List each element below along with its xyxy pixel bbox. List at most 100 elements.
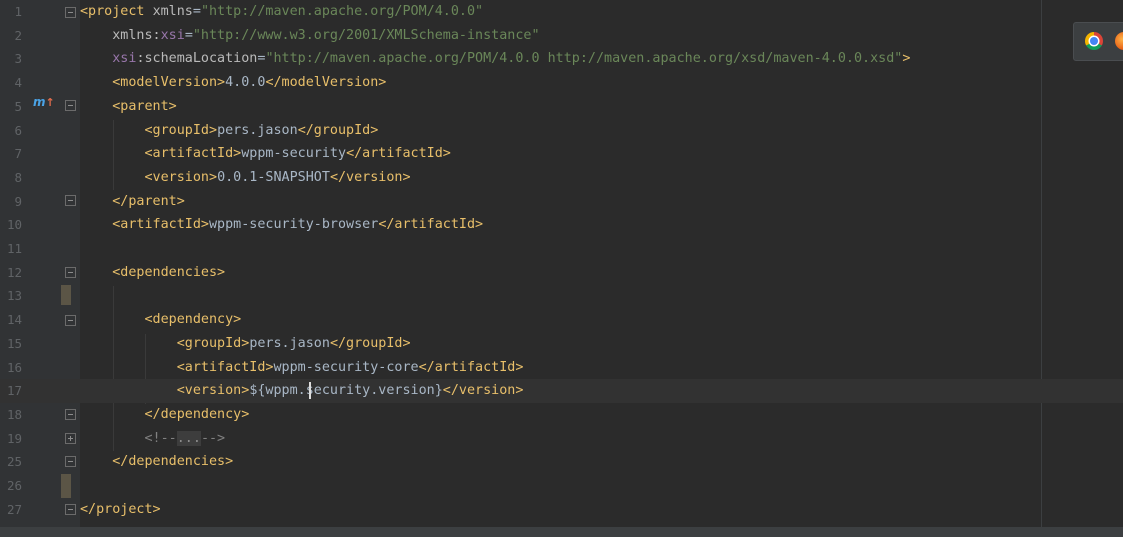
- code-line[interactable]: 7 <artifactId>wppm-security</artifactId>: [0, 142, 1123, 166]
- line-code[interactable]: xmlns:xsi="http://www.w3.org/2001/XMLSch…: [80, 24, 539, 48]
- code-token: <artifactId>: [144, 146, 242, 162]
- code-line[interactable]: 25 </dependencies>: [0, 450, 1123, 474]
- code-token: <artifactId>: [176, 359, 274, 375]
- code-line[interactable]: 1 <project xmlns="http://maven.apache.org…: [0, 0, 1123, 24]
- code-token: <artifactId>: [112, 217, 209, 233]
- code-token: "http://maven.apache.org/POM/4.0.0": [200, 4, 484, 19]
- line-code[interactable]: <artifactId>wppm-security-core</artifact…: [80, 356, 524, 380]
- code-token: <version>: [144, 169, 218, 185]
- line-number: 6: [14, 122, 22, 138]
- line-code[interactable]: <artifactId>wppm-security</artifactId>: [80, 142, 451, 166]
- line-code[interactable]: </dependency>: [80, 403, 250, 427]
- line-number: 5: [14, 98, 22, 114]
- line-code[interactable]: <version>0.0.1-SNAPSHOT</version>: [80, 166, 411, 190]
- code-token: <dependencies>: [112, 264, 226, 280]
- line-number: 14: [6, 312, 22, 328]
- code-token: wppm-security-core: [273, 359, 419, 375]
- fold-toggle-icon[interactable]: [65, 7, 76, 18]
- code-token: </version>: [329, 169, 411, 185]
- line-code[interactable]: xsi:schemaLocation="http://maven.apache.…: [80, 47, 910, 71]
- code-line[interactable]: 3 xsi:schemaLocation="http://maven.apach…: [0, 47, 1123, 71]
- maven-override-icon[interactable]: m↑: [33, 94, 55, 110]
- code-line[interactable]: 5 <parent>: [0, 95, 1123, 119]
- code-line[interactable]: 12 <dependencies>: [0, 261, 1123, 285]
- code-editor[interactable]: 1 <project xmlns="http://maven.apache.org…: [0, 0, 1123, 537]
- code-line[interactable]: 27 </project>: [0, 498, 1123, 522]
- code-token: <modelVersion>: [112, 75, 226, 91]
- line-code[interactable]: <!--...-->: [80, 427, 225, 451]
- line-code[interactable]: </project>: [80, 498, 161, 522]
- fold-toggle-icon[interactable]: [65, 195, 76, 206]
- code-line[interactable]: 6 <groupId>pers.jason</groupId>: [0, 119, 1123, 143]
- code-token: wppm-security-browser: [209, 217, 379, 233]
- code-token: <parent>: [112, 98, 177, 114]
- chrome-icon[interactable]: [1085, 32, 1103, 50]
- code-token: pers.jason: [249, 335, 330, 351]
- code-line[interactable]: 13: [0, 284, 1123, 308]
- code-token: =: [192, 4, 201, 19]
- fold-toggle-icon[interactable]: [65, 409, 76, 420]
- line-code[interactable]: <groupId>pers.jason</groupId>: [80, 119, 379, 143]
- text-caret: [309, 382, 311, 399]
- line-code[interactable]: </parent>: [80, 190, 185, 214]
- code-line[interactable]: 14 <dependency>: [0, 308, 1123, 332]
- line-code[interactable]: <dependencies>: [80, 261, 225, 285]
- code-token: 0.0.1-SNAPSHOT: [217, 169, 330, 185]
- code-line[interactable]: 19 <!--...-->: [0, 427, 1123, 451]
- line-number: 9: [14, 193, 22, 209]
- code-token: wppm-security: [241, 146, 347, 162]
- code-line[interactable]: 17 <version>${wppm.security.version}</ve…: [0, 379, 1123, 404]
- line-code[interactable]: <version>${wppm.security.version}</versi…: [80, 379, 524, 403]
- line-number: 16: [6, 359, 22, 375]
- line-code[interactable]: <modelVersion>4.0.0</modelVersion>: [80, 71, 386, 95]
- line-number: 7: [14, 146, 22, 162]
- line-number: 17: [6, 383, 22, 399]
- fold-toggle-icon[interactable]: [65, 267, 76, 278]
- code-token: </project>: [80, 501, 161, 517]
- code-line[interactable]: 10 <artifactId>wppm-security-browser</ar…: [0, 213, 1123, 237]
- fold-toggle-icon[interactable]: [65, 504, 76, 515]
- code-line[interactable]: 16 <artifactId>wppm-security-core</artif…: [0, 356, 1123, 380]
- line-code[interactable]: </dependencies>: [80, 450, 233, 474]
- line-code[interactable]: <dependency>: [80, 308, 242, 332]
- line-code[interactable]: <groupId>pers.jason</groupId>: [80, 332, 411, 356]
- line-number: 8: [14, 169, 22, 185]
- line-number: 3: [14, 51, 22, 67]
- code-line[interactable]: 2 xmlns:xsi="http://www.w3.org/2001/XMLS…: [0, 24, 1123, 48]
- code-token: </version>: [442, 383, 524, 399]
- code-token: xmlns: [152, 4, 193, 19]
- line-code[interactable]: <project xmlns="http://maven.apache.org/…: [80, 0, 483, 24]
- code-token: ${wppm.security.version}: [249, 383, 443, 399]
- line-number: 12: [6, 264, 22, 280]
- code-token: <groupId>: [144, 122, 218, 138]
- line-number: 15: [6, 335, 22, 351]
- code-line[interactable]: 9 </parent>: [0, 190, 1123, 214]
- code-token: 4.0.0: [225, 75, 266, 91]
- code-line[interactable]: 26: [0, 474, 1123, 498]
- fold-toggle-icon[interactable]: [65, 456, 76, 467]
- fold-toggle-icon[interactable]: [65, 100, 76, 111]
- code-line[interactable]: 15 <groupId>pers.jason</groupId>: [0, 332, 1123, 356]
- firefox-icon[interactable]: [1115, 32, 1123, 50]
- fold-expand-icon[interactable]: [65, 433, 76, 444]
- code-line[interactable]: 4 <modelVersion>4.0.0</modelVersion>: [0, 71, 1123, 95]
- code-line[interactable]: 18 </dependency>: [0, 403, 1123, 427]
- line-code[interactable]: <artifactId>wppm-security-browser</artif…: [80, 213, 483, 237]
- line-code[interactable]: <parent>: [80, 95, 177, 119]
- code-line[interactable]: 11: [0, 237, 1123, 261]
- code-token: :schemaLocation: [136, 51, 258, 67]
- fold-toggle-icon[interactable]: [65, 315, 76, 326]
- code-token: </dependency>: [144, 406, 250, 422]
- open-in-browser-popup: [1073, 22, 1123, 61]
- code-line[interactable]: 8 <version>0.0.1-SNAPSHOT</version>: [0, 166, 1123, 190]
- line-number: 27: [6, 501, 22, 517]
- line-number: 13: [6, 288, 22, 304]
- code-token: </groupId>: [329, 335, 411, 351]
